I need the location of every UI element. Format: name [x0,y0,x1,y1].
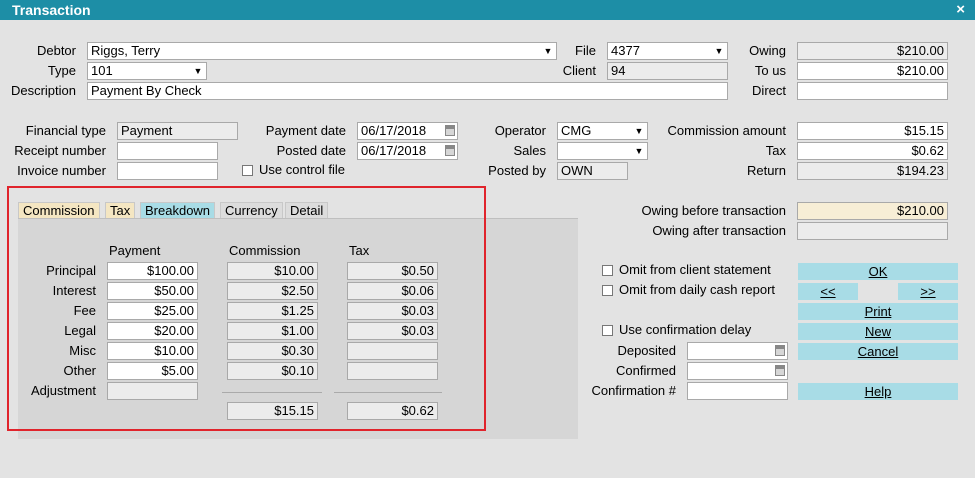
cancel-button[interactable]: Cancel [798,343,958,360]
commission-amount-field[interactable]: $15.15 [797,122,948,140]
omit-daily-cash-label: Omit from daily cash report [619,282,776,297]
invoice-number-label: Invoice number [17,163,106,178]
description-label: Description [10,83,76,98]
type-label: Type [47,63,76,78]
sales-select[interactable]: ▼ [557,142,648,160]
next-button[interactable]: >> [898,283,958,300]
highlight-box [7,186,486,431]
commission-amount-label: Commission amount [667,123,787,138]
new-button-label: New [864,324,891,339]
client-label: Client [562,63,596,78]
deposited-field[interactable] [687,342,788,360]
help-button[interactable]: Help [798,383,958,400]
use-confirmation-delay-label: Use confirmation delay [619,322,752,337]
operator-select[interactable]: CMG ▼ [557,122,648,140]
posted-by-label: Posted by [488,163,546,178]
operator-value: CMG [561,123,592,138]
debtor-value: Riggs, Terry [91,43,161,58]
type-value: 101 [91,63,113,78]
tax-field[interactable]: $0.62 [797,142,948,160]
invoice-number-field[interactable] [117,162,218,180]
print-button[interactable]: Print [798,303,958,320]
financial-type-label: Financial type [25,123,106,138]
posted-date-field[interactable]: 06/17/2018 [357,142,458,160]
posted-date-label: Posted date [276,143,346,158]
owing-before-field: $210.00 [797,202,948,220]
omit-client-statement-label: Omit from client statement [619,262,771,277]
tax-label: Tax [765,143,786,158]
owing-before-label: Owing before transaction [641,203,786,218]
use-control-file-label: Use control file [259,162,345,177]
confirmed-label: Confirmed [616,363,676,378]
sales-label: Sales [513,143,546,158]
type-select[interactable]: 101 ▼ [87,62,207,80]
use-control-file-checkbox[interactable] [242,165,253,176]
ok-button-label: OK [868,264,888,279]
calendar-icon[interactable] [445,145,455,156]
cancel-button-label: Cancel [857,344,899,359]
file-label: File [575,43,596,58]
payment-date-label: Payment date [265,123,346,138]
payment-date-value: 06/17/2018 [361,123,427,138]
posted-date-value: 06/17/2018 [361,143,427,158]
receipt-number-field[interactable] [117,142,218,160]
posted-by-field: OWN [557,162,628,180]
tous-label: To us [754,63,786,78]
payment-date-field[interactable]: 06/17/2018 [357,122,458,140]
previous-button-label: << [820,284,836,299]
confirmation-number-field[interactable] [687,382,788,400]
owing-after-field [797,222,948,240]
calendar-icon[interactable] [775,345,785,356]
owing-label: Owing [749,43,786,58]
next-button-label: >> [920,284,936,299]
previous-button[interactable]: << [798,283,858,300]
omit-client-statement-checkbox[interactable] [602,265,613,276]
dropdown-arrow-icon[interactable]: ▼ [192,63,204,79]
ok-button[interactable]: OK [798,263,958,280]
owing-field: $210.00 [797,42,948,60]
title-bar: Transaction × [0,0,975,20]
return-field: $194.23 [797,162,948,180]
description-field[interactable]: Payment By Check [87,82,728,100]
close-icon[interactable]: × [956,1,965,18]
deposited-label: Deposited [617,343,676,358]
window-title: Transaction [12,2,91,18]
financial-type-field: Payment [117,122,238,140]
direct-field[interactable] [797,82,948,100]
calendar-icon[interactable] [445,125,455,136]
omit-daily-cash-checkbox[interactable] [602,285,613,296]
file-value: 4377 [611,43,640,58]
print-button-label: Print [864,304,892,319]
receipt-number-label: Receipt number [14,143,106,158]
use-confirmation-delay-checkbox[interactable] [602,325,613,336]
debtor-select[interactable]: Riggs, Terry ▼ [87,42,557,60]
help-button-label: Help [864,384,892,399]
tous-field[interactable]: $210.00 [797,62,948,80]
operator-label: Operator [494,123,546,138]
calendar-icon[interactable] [775,365,785,376]
confirmed-field[interactable] [687,362,788,380]
return-label: Return [746,163,786,178]
owing-after-label: Owing after transaction [652,223,786,238]
debtor-label: Debtor [36,43,76,58]
new-button[interactable]: New [798,323,958,340]
direct-label: Direct [752,83,786,98]
confirmation-number-label: Confirmation # [591,383,676,398]
